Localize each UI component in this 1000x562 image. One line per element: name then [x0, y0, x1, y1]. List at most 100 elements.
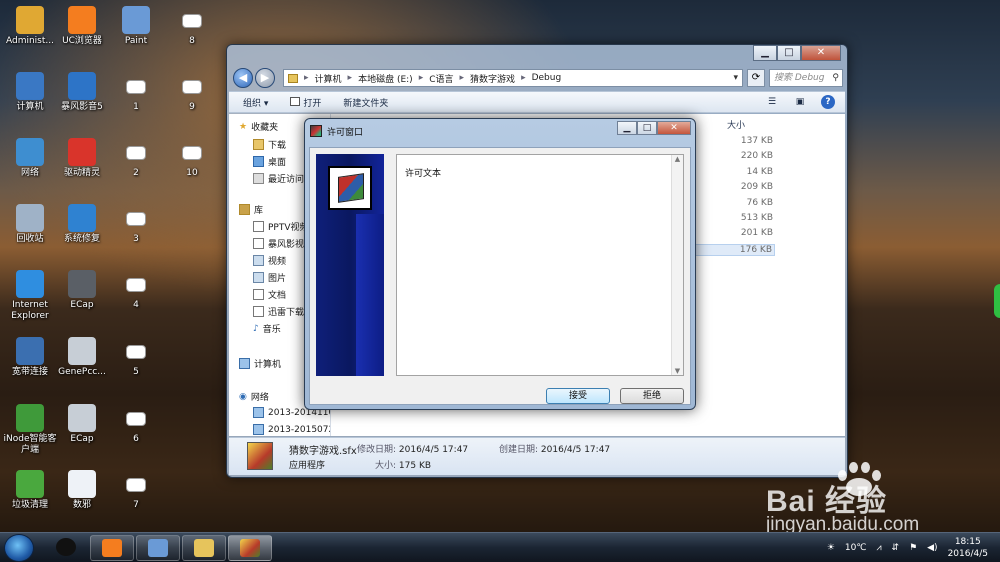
computer-icon: [239, 358, 250, 369]
file-size-cell[interactable]: 14 KB: [713, 167, 773, 177]
nav-pptv[interactable]: PPTV视频: [253, 220, 309, 233]
clock[interactable]: 18:15 2016/4/5: [948, 536, 988, 560]
nav-music[interactable]: ♪ 音乐: [253, 322, 281, 336]
address-dropdown-icon[interactable]: ▾: [733, 73, 738, 83]
desktop-icon-19[interactable]: GenePcc...: [52, 337, 112, 378]
nav-recent[interactable]: 最近访问: [253, 172, 304, 185]
refresh-icon[interactable]: ⟳: [747, 69, 765, 87]
search-input[interactable]: 搜索 Debug ⚲: [769, 69, 843, 87]
taskbar-paint[interactable]: [136, 535, 180, 561]
nav-documents[interactable]: 文档: [253, 288, 286, 301]
file-size-cell[interactable]: 176 KB: [695, 243, 775, 256]
taskbar-qq[interactable]: [44, 535, 88, 561]
action-center-icon[interactable]: ⚑: [909, 543, 917, 553]
license-text-box[interactable]: 许可文本 ▲ ▼: [396, 154, 684, 376]
breadcrumb-game[interactable]: 猜数字游戏: [470, 72, 515, 85]
taskbar-uc-browser[interactable]: [90, 535, 134, 561]
desktop-icon-23[interactable]: 6: [106, 404, 166, 445]
accept-button[interactable]: 接受: [546, 388, 610, 404]
decline-button[interactable]: 拒绝: [620, 388, 684, 404]
desktop-icon-11[interactable]: 10: [162, 138, 222, 179]
weather-icon[interactable]: ☀: [827, 543, 835, 553]
computer-node[interactable]: 计算机: [239, 357, 281, 370]
preview-pane-icon[interactable]: ▣: [793, 95, 807, 109]
breadcrumb-c-language[interactable]: C语言: [429, 72, 453, 85]
network-node[interactable]: ◉ 网络: [239, 390, 269, 404]
desktop-icon-3[interactable]: 8: [162, 6, 222, 47]
desktop-icon-16[interactable]: ECap: [52, 270, 112, 311]
desktop-icon-4[interactable]: 计算机: [0, 72, 60, 113]
desktop-icon-10[interactable]: 2: [106, 138, 166, 179]
desktop-icon-25[interactable]: 数邪: [52, 470, 112, 511]
desktop-icon-label: 1: [133, 102, 139, 112]
start-button[interactable]: [4, 534, 34, 562]
network-item-2[interactable]: 2013-20150721: [253, 424, 330, 435]
file-size-cell[interactable]: 76 KB: [713, 198, 773, 208]
desktop-icon-9[interactable]: 驱动精灵: [52, 138, 112, 179]
desktop-icon-26[interactable]: 7: [106, 470, 166, 511]
desktop-icon-22[interactable]: ECap: [52, 404, 112, 445]
desktop-icon-20[interactable]: 5: [106, 337, 166, 378]
file-size-cell[interactable]: 137 KB: [713, 136, 773, 146]
desktop-icon-24[interactable]: 垃圾清理: [0, 470, 60, 511]
nav-desktop[interactable]: 桌面: [253, 155, 286, 168]
view-options-icon[interactable]: ☰: [765, 95, 779, 109]
window-controls: ▁ □ ✕: [753, 45, 841, 61]
file-size-cell[interactable]: 513 KB: [713, 213, 773, 223]
nav-videos[interactable]: 视频: [253, 254, 286, 267]
volume-icon[interactable]: ◀): [927, 543, 937, 553]
file-size-cell[interactable]: 220 KB: [713, 151, 773, 161]
breadcrumb-debug[interactable]: Debug: [532, 73, 562, 83]
desktop-icon-label: 7: [133, 500, 139, 510]
dialog-close-button[interactable]: ✕: [657, 121, 691, 135]
desktop-icon-5[interactable]: 暴风影音5: [52, 72, 112, 113]
desktop-icon-1[interactable]: UC浏览器: [52, 6, 112, 47]
desktop-icon-17[interactable]: 4: [106, 270, 166, 311]
nav-downloads[interactable]: 下载: [253, 138, 286, 151]
wifi-icon[interactable]: ⩘: [876, 543, 881, 553]
favorites-header[interactable]: ★ 收藏夹: [239, 120, 278, 134]
breadcrumb-computer[interactable]: 计算机: [315, 72, 342, 85]
usb-icon[interactable]: ⇵: [892, 543, 900, 553]
desktop-icon-2[interactable]: Paint: [106, 6, 166, 47]
minimize-button[interactable]: ▁: [753, 45, 777, 61]
downloads-icon: [253, 139, 264, 150]
nav-xunlei[interactable]: 迅雷下载: [253, 305, 304, 318]
file-size-cell[interactable]: 201 KB: [713, 228, 773, 238]
desktop-icon-8[interactable]: 网络: [0, 138, 60, 179]
organize-menu[interactable]: 组织 ▾: [243, 96, 268, 109]
new-folder-button[interactable]: 新建文件夹: [343, 96, 388, 109]
size-column-header[interactable]: 大小: [727, 118, 745, 131]
shortcut-icon: [16, 72, 44, 100]
desktop-icon-18[interactable]: 宽带连接: [0, 337, 60, 378]
address-bar[interactable]: ▸ 计算机 ▸ 本地磁盘 (E:) ▸ C语言 ▸ 猜数字游戏 ▸ Debug …: [283, 69, 743, 87]
libraries-header[interactable]: 库: [239, 203, 263, 216]
taskbar-winrar[interactable]: [228, 535, 272, 561]
dialog-minimize-button[interactable]: ▁: [617, 121, 637, 135]
side-widget[interactable]: [994, 284, 1000, 318]
help-icon[interactable]: ?: [821, 95, 835, 109]
close-button[interactable]: ✕: [801, 45, 841, 61]
back-button[interactable]: ◀: [233, 68, 253, 88]
desktop-icon-14[interactable]: 3: [106, 204, 166, 245]
desktop-icon-6[interactable]: 1: [106, 72, 166, 113]
license-scrollbar[interactable]: ▲ ▼: [671, 155, 683, 375]
breadcrumb-drive[interactable]: 本地磁盘 (E:): [358, 72, 413, 85]
desktop-icon-12[interactable]: 回收站: [0, 204, 60, 245]
nav-baofeng[interactable]: 暴风影视: [253, 237, 304, 250]
taskbar-explorer[interactable]: [182, 535, 226, 561]
file-size-cell[interactable]: 209 KB: [713, 182, 773, 192]
maximize-button[interactable]: □: [777, 45, 801, 61]
desktop-icon-13[interactable]: 系统修复: [52, 204, 112, 245]
nav-pictures[interactable]: 图片: [253, 271, 286, 284]
dialog-title: 许可窗口: [327, 128, 364, 138]
dialog-maximize-button[interactable]: □: [637, 121, 657, 135]
shortcut-icon: [68, 404, 96, 432]
desktop-icon-15[interactable]: Internet Explorer: [0, 270, 60, 322]
shortcut-icon: [16, 270, 44, 298]
desktop-icon-7[interactable]: 9: [162, 72, 222, 113]
forward-button[interactable]: ▶: [255, 68, 275, 88]
open-button[interactable]: 打开: [290, 96, 321, 109]
desktop-icon-21[interactable]: iNode智能客户端: [0, 404, 60, 456]
desktop-icon-0[interactable]: Administ...: [0, 6, 60, 47]
